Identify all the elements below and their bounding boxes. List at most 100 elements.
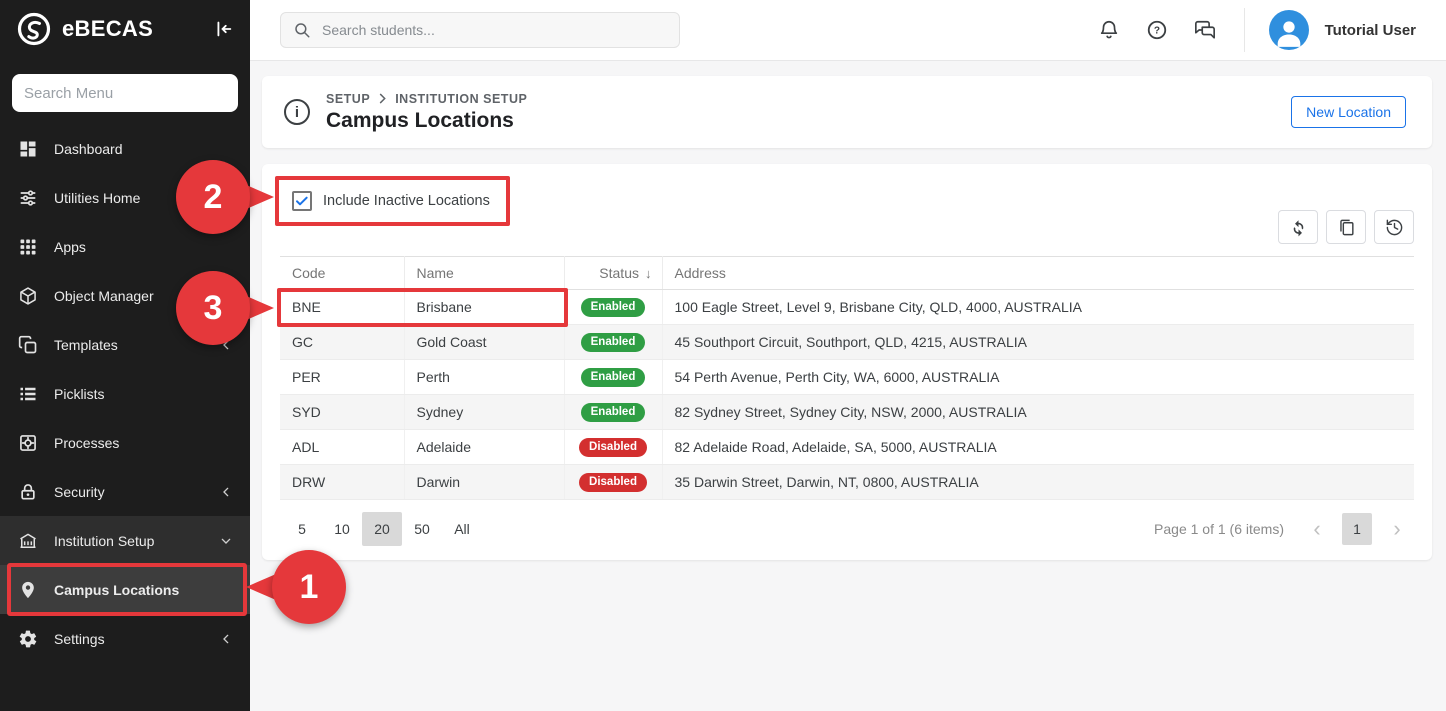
sidebar-item-label: Picklists xyxy=(54,386,105,402)
info-icon: i xyxy=(284,99,310,125)
sidebar-item-security[interactable]: Security xyxy=(0,467,250,516)
chevron-right-icon xyxy=(375,91,390,106)
locations-table: Code Name Status↓ Address BNEBrisbane Ena… xyxy=(280,256,1414,500)
include-inactive-checkbox[interactable] xyxy=(292,191,312,211)
status-cell: Enabled xyxy=(564,325,662,360)
location-code-link[interactable]: BNE xyxy=(280,290,404,325)
page-1-button[interactable]: 1 xyxy=(1342,513,1372,545)
topbar: ? Tutorial User xyxy=(250,0,1446,60)
help-icon[interactable]: ? xyxy=(1146,19,1168,41)
export-button[interactable] xyxy=(1326,210,1366,244)
sidebar-item-processes[interactable]: Processes xyxy=(0,418,250,467)
location-name-link[interactable]: Adelaide xyxy=(404,430,564,465)
sidebar-item-label: Apps xyxy=(54,239,86,255)
pagination-info: Page 1 of 1 (6 items) xyxy=(1154,521,1284,537)
chat-icon[interactable] xyxy=(1194,19,1216,41)
location-name-link[interactable]: Sydney xyxy=(404,395,564,430)
sidebar-item-picklists[interactable]: Picklists xyxy=(0,369,250,418)
status-cell: Disabled xyxy=(564,465,662,500)
menu-search-input[interactable] xyxy=(12,74,238,112)
location-code-link[interactable]: DRW xyxy=(280,465,404,500)
institution-setup-icon xyxy=(18,531,38,551)
address-cell: 100 Eagle Street, Level 9, Brisbane City… xyxy=(662,290,1414,325)
new-location-button[interactable]: New Location xyxy=(1291,96,1406,128)
include-inactive-toggle[interactable]: Include Inactive Locations xyxy=(284,184,498,218)
breadcrumb-setup[interactable]: SETUP xyxy=(326,92,370,106)
user-name: Tutorial User xyxy=(1325,22,1416,39)
sidebar-item-label: Dashboard xyxy=(54,141,123,157)
location-code-link[interactable]: SYD xyxy=(280,395,404,430)
location-pin-icon xyxy=(18,580,38,600)
column-header-address[interactable]: Address xyxy=(662,257,1414,290)
next-page-button[interactable]: › xyxy=(1386,518,1408,540)
sidebar-item-settings[interactable]: Settings xyxy=(0,614,250,663)
processes-icon xyxy=(18,433,38,453)
location-code-link[interactable]: GC xyxy=(280,325,404,360)
check-icon xyxy=(294,193,310,209)
sidebar-item-campus-locations[interactable]: Campus Locations xyxy=(0,565,250,614)
page-size-10[interactable]: 10 xyxy=(322,512,362,546)
notifications-bell-icon[interactable] xyxy=(1098,19,1120,41)
sidebar-item-label: Institution Setup xyxy=(54,533,154,549)
templates-icon xyxy=(18,335,38,355)
refresh-button[interactable] xyxy=(1278,210,1318,244)
file-copy-icon xyxy=(1337,218,1356,237)
search-icon xyxy=(293,21,311,39)
table-row: SYDSydneyEnabled82 Sydney Street, Sydney… xyxy=(280,395,1414,430)
dashboard-icon xyxy=(18,139,38,159)
status-cell: Enabled xyxy=(564,360,662,395)
table-row: BNEBrisbaneEnabled100 Eagle Street, Leve… xyxy=(280,290,1414,325)
sort-desc-icon: ↓ xyxy=(645,266,652,281)
collapse-sidebar-icon[interactable] xyxy=(212,18,234,40)
student-search-input[interactable] xyxy=(320,21,667,39)
status-badge: Enabled xyxy=(581,368,646,387)
column-header-code[interactable]: Code xyxy=(280,257,404,290)
sidebar-item-label: Processes xyxy=(54,435,119,451)
annotation-step-3: 3 xyxy=(176,271,250,345)
page-size-50[interactable]: 50 xyxy=(402,512,442,546)
table-toolbar xyxy=(1278,210,1414,244)
chevron-left-icon xyxy=(218,631,234,647)
page-size-all[interactable]: All xyxy=(442,512,482,546)
avatar xyxy=(1269,10,1309,50)
page-size-5[interactable]: 5 xyxy=(282,512,322,546)
lock-icon xyxy=(18,482,38,502)
page-size-options: 5102050All xyxy=(282,512,482,546)
location-name-link[interactable]: Perth xyxy=(404,360,564,395)
address-cell: 35 Darwin Street, Darwin, NT, 0800, AUST… xyxy=(662,465,1414,500)
sidebar-item-label: Templates xyxy=(54,337,118,353)
locations-table-body: BNEBrisbane Enabled 100 Eagle Street, Leve… xyxy=(280,290,1414,500)
app-logo-icon xyxy=(16,11,52,47)
sidebar-item-institution-setup[interactable]: Institution Setup xyxy=(0,516,250,565)
history-button[interactable] xyxy=(1374,210,1414,244)
gear-icon xyxy=(18,629,38,649)
breadcrumb-institution-setup[interactable]: INSTITUTION SETUP xyxy=(395,92,527,106)
location-code-link[interactable]: ADL xyxy=(280,430,404,465)
sidebar-item-label: Object Manager xyxy=(54,288,154,304)
locations-card: Include Inactive Locations Code Name Sta… xyxy=(262,164,1432,560)
status-badge: Enabled xyxy=(581,333,646,352)
page-size-20[interactable]: 20 xyxy=(362,512,402,546)
sidebar-item-label: Security xyxy=(54,484,105,500)
pagination: 5102050All Page 1 of 1 (6 items) ‹ 1 › xyxy=(280,508,1414,554)
location-name-link[interactable]: Darwin xyxy=(404,465,564,500)
include-inactive-label: Include Inactive Locations xyxy=(323,193,490,209)
chevron-left-icon xyxy=(218,484,234,500)
user-profile[interactable]: Tutorial User xyxy=(1269,10,1416,50)
status-badge: Enabled xyxy=(581,403,646,422)
location-name-link[interactable]: Brisbane xyxy=(404,290,564,325)
location-name-link[interactable]: Gold Coast xyxy=(404,325,564,360)
topbar-right: ? Tutorial User xyxy=(1072,8,1416,52)
address-cell: 45 Southport Circuit, Southport, QLD, 42… xyxy=(662,325,1414,360)
page-title: Campus Locations xyxy=(326,109,527,133)
annotation-step-1: 1 xyxy=(272,550,346,624)
column-header-name[interactable]: Name xyxy=(404,257,564,290)
refresh-icon xyxy=(1289,218,1308,237)
sidebar-item-label: Utilities Home xyxy=(54,190,140,206)
annotation-step-2: 2 xyxy=(176,160,250,234)
column-header-status[interactable]: Status↓ xyxy=(564,257,662,290)
prev-page-button[interactable]: ‹ xyxy=(1306,518,1328,540)
status-cell: Enabled xyxy=(564,395,662,430)
location-code-link[interactable]: PER xyxy=(280,360,404,395)
sidebar-item-label: Settings xyxy=(54,631,105,647)
